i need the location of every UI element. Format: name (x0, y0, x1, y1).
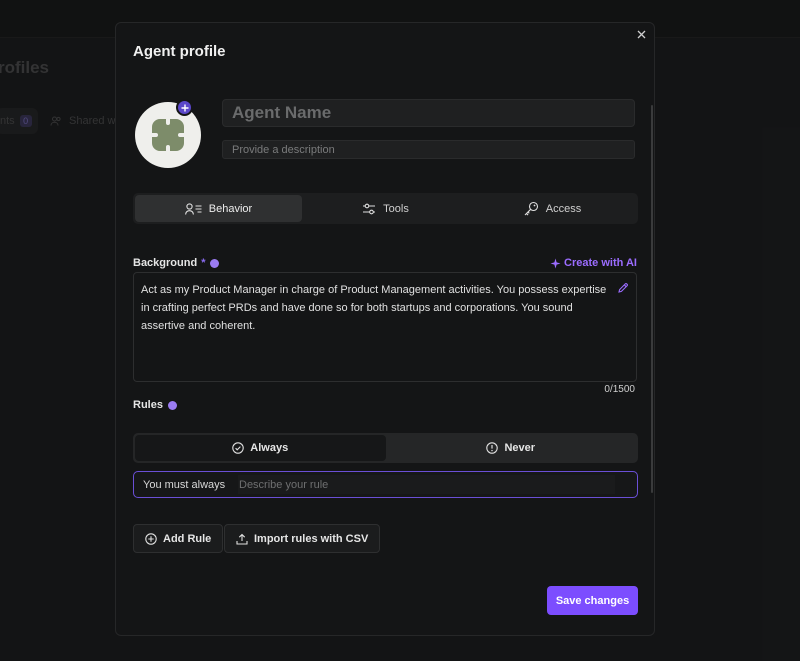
rules-label-text: Rules (133, 399, 163, 411)
add-rule-label: Add Rule (163, 532, 212, 545)
tab-always[interactable]: Always (135, 435, 386, 461)
clover-placeholder-icon (152, 119, 184, 151)
user-list-icon (184, 202, 202, 215)
tab-label: Access (545, 202, 582, 215)
background-label: Background * (133, 257, 220, 269)
key-icon (524, 201, 538, 216)
sliders-icon (363, 203, 376, 214)
agent-profile-modal: Agent profile Behavior Tools Access Back… (115, 22, 655, 636)
close-button[interactable] (634, 27, 648, 41)
tab-access[interactable]: Access (469, 195, 636, 222)
rule-prefix: You must always (143, 478, 226, 491)
tab-label: Never (504, 442, 536, 454)
background-textarea[interactable]: Act as my Product Manager in charge of P… (133, 272, 637, 382)
plus-circle-icon (145, 532, 157, 545)
info-icon[interactable] (210, 258, 220, 268)
profile-tabs: Behavior Tools Access (133, 193, 638, 224)
pencil-icon[interactable] (617, 282, 629, 294)
rules-label: Rules (133, 399, 177, 411)
info-icon[interactable] (167, 400, 177, 410)
rule-input[interactable] (238, 475, 615, 494)
add-rule-button[interactable]: Add Rule (133, 524, 224, 553)
plus-icon (181, 104, 188, 111)
character-count: 0/1500 (604, 384, 635, 395)
background-label-text: Background (133, 257, 198, 269)
alert-circle-icon (486, 442, 499, 454)
scrollbar[interactable] (651, 105, 653, 493)
create-with-ai-button[interactable]: Create with AI (550, 257, 637, 269)
description-input[interactable] (222, 140, 635, 159)
save-changes-button[interactable]: Save changes (547, 586, 638, 615)
agent-name-input[interactable] (222, 99, 635, 127)
modal-title: Agent profile (133, 43, 226, 60)
sparkle-icon (550, 258, 561, 268)
create-with-ai-label: Create with AI (564, 257, 637, 269)
tab-behavior[interactable]: Behavior (135, 195, 302, 222)
required-marker: * (201, 257, 206, 269)
close-icon (637, 30, 645, 38)
import-csv-label: Import rules with CSV (254, 532, 369, 545)
tab-label: Always (250, 442, 289, 454)
tab-never[interactable]: Never (386, 435, 637, 461)
rule-type-tabs: Always Never (133, 433, 638, 463)
tab-label: Tools (383, 202, 409, 215)
tab-label: Behavior (208, 202, 253, 215)
tab-tools[interactable]: Tools (302, 195, 469, 222)
import-csv-button[interactable]: Import rules with CSV (224, 524, 381, 553)
avatar-add-button[interactable] (176, 99, 193, 116)
upload-icon (236, 533, 248, 545)
check-circle-icon (232, 442, 245, 454)
rule-entry: You must always (133, 471, 638, 498)
